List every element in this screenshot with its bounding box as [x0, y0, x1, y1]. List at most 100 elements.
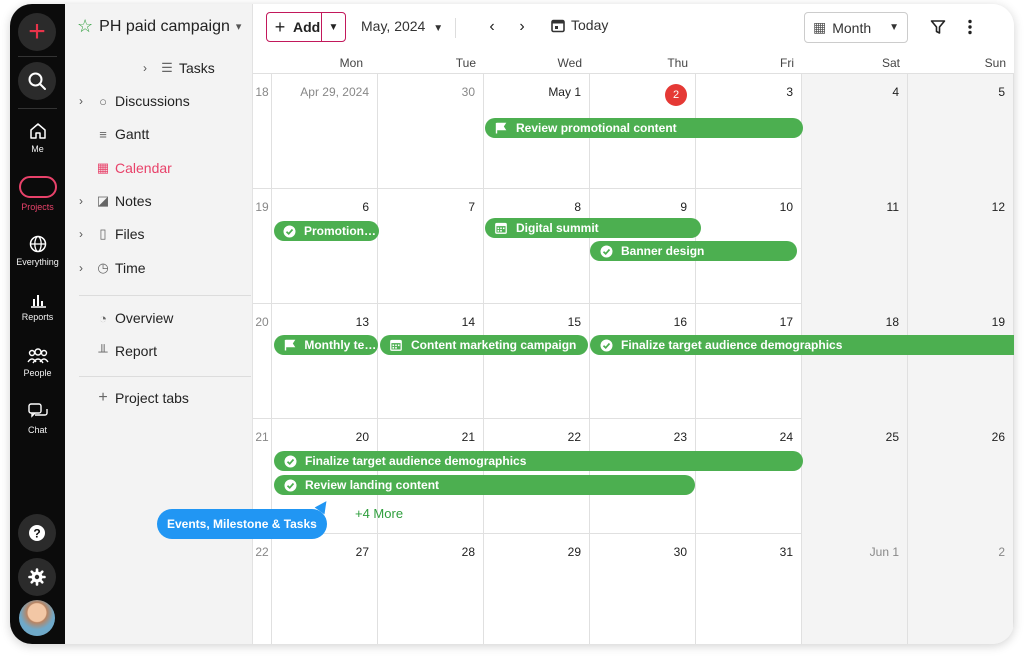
day-number: 27	[355, 545, 369, 559]
next-period-button[interactable]: ›	[511, 16, 533, 38]
event-title: Content marketing campaign	[411, 338, 577, 352]
week-number: 19	[253, 189, 272, 304]
today-button[interactable]: Today	[551, 17, 608, 33]
calendar-day-cell[interactable]: 19	[908, 304, 1014, 419]
sidebar-item-discussions[interactable]: › ○ Discussions	[79, 93, 190, 109]
calendar-day-cell[interactable]: 31	[696, 534, 802, 644]
sidebar-item-label: Project tabs	[115, 390, 189, 406]
calendar-day-cell[interactable]: 28	[378, 534, 484, 644]
calendar-event[interactable]: Review landing content	[274, 475, 695, 495]
day-number: 3	[786, 85, 793, 99]
period-selector[interactable]: May, 2024 ▼	[361, 18, 443, 34]
view-selector[interactable]: ▦ Month ▼	[804, 12, 908, 43]
calendar-day-cell[interactable]: 16	[590, 304, 696, 419]
calendar-event[interactable]: Digital summit	[485, 218, 701, 238]
chevron-down-icon: ▼	[433, 23, 444, 34]
day-number: 2	[998, 545, 1005, 559]
sidebar-item-notes[interactable]: › ◪ Notes	[79, 193, 152, 209]
more-options-button[interactable]	[959, 16, 981, 38]
sidebar-item-files[interactable]: › ▯ Files	[79, 226, 145, 242]
chevron-right-icon: ›	[79, 261, 83, 275]
day-number: 14	[461, 315, 475, 329]
calendar-event[interactable]: Promotion c...	[274, 221, 379, 241]
sidebar-item-overview[interactable]: ◔ Overview	[79, 310, 173, 326]
task-list-icon: ☰	[161, 60, 173, 75]
rail-item-people[interactable]: People	[10, 348, 65, 378]
calendar-event[interactable]: Review promotional content	[485, 118, 803, 138]
calendar-day-cell[interactable]: 17	[696, 304, 802, 419]
calendar-day-cell[interactable]: 4	[802, 74, 908, 189]
calendar-day-cell[interactable]: 18	[802, 304, 908, 419]
sidebar-item-time[interactable]: › ◷ Time	[79, 260, 146, 276]
prev-period-button[interactable]: ‹	[481, 16, 503, 38]
calendar-day-cell[interactable]: 2	[908, 534, 1014, 644]
calendar-day-cell[interactable]: 13	[272, 304, 378, 419]
main-rail: + Me Projects Everything Reports People	[10, 4, 65, 644]
calendar-event[interactable]: Banner design	[590, 241, 797, 261]
calendar-day-cell[interactable]: 7	[378, 189, 484, 304]
rail-item-label: Chat	[27, 425, 47, 435]
calendar-day-cell[interactable]: Jun 1	[802, 534, 908, 644]
check-circle-icon	[598, 245, 614, 258]
sidebar-item-label: Gantt	[115, 126, 150, 142]
rail-item-projects[interactable]: Projects	[10, 176, 65, 212]
star-icon[interactable]: ☆	[77, 16, 93, 37]
chevron-down-icon[interactable]: ▼	[321, 13, 345, 41]
calendar-week-row: 20 13 14 15 16 17 18 19	[253, 304, 1014, 419]
today-label: Today	[571, 17, 609, 33]
calendar-day-cell[interactable]: 24	[696, 419, 802, 534]
calendar-day-cell[interactable]: 30	[590, 534, 696, 644]
sidebar-item-gantt[interactable]: ≡ Gantt	[79, 126, 149, 142]
rail-item-label: Projects	[21, 202, 54, 212]
calendar-day-cell[interactable]: 11	[802, 189, 908, 304]
event-title: Finalize target audience demographics	[621, 338, 843, 352]
avatar[interactable]	[19, 600, 55, 636]
day-number: 23	[673, 430, 687, 444]
day-number: 25	[885, 430, 899, 444]
search-icon	[28, 72, 46, 90]
calendar-day-cell[interactable]: 25	[802, 419, 908, 534]
settings-button[interactable]	[18, 558, 56, 596]
days-of-week-header: Mon Tue Wed Thu Fri Sat Sun	[253, 50, 1014, 74]
calendar-day-cell[interactable]: 26	[908, 419, 1014, 534]
event-title: Monthly tea...	[304, 338, 378, 352]
add-button[interactable]: + Add ▼	[266, 12, 346, 42]
day-number: 19	[991, 315, 1005, 329]
sidebar-item-tasks[interactable]: › ☰ Tasks	[143, 60, 215, 76]
calendar-day-cell[interactable]: 8	[484, 189, 590, 304]
calendar-event[interactable]: Monthly tea...	[274, 335, 378, 355]
project-switcher[interactable]: ☆ PH paid campaign ▾	[77, 16, 241, 37]
search-button[interactable]	[18, 62, 56, 100]
chevron-right-icon: ›	[79, 194, 83, 208]
sidebar-item-report[interactable]: ╨ Report	[79, 343, 157, 359]
calendar-day-cell[interactable]: 6	[272, 189, 378, 304]
rail-item-chat[interactable]: Chat	[10, 403, 65, 435]
more-events-link[interactable]: +4 More	[355, 506, 403, 521]
sidebar-item-project-tabs[interactable]: + Project tabs	[79, 389, 189, 407]
calendar-day-cell[interactable]: 29	[484, 534, 590, 644]
help-button[interactable]: ?	[18, 514, 56, 552]
dow-label: Sun	[984, 56, 1006, 70]
rail-item-everything[interactable]: Everything	[10, 235, 65, 267]
calendar-day-cell[interactable]: 14	[378, 304, 484, 419]
plus-icon[interactable]: +	[18, 13, 56, 51]
calendar-day-cell[interactable]: 30	[378, 74, 484, 189]
file-icon: ▯	[99, 226, 107, 241]
day-number: 4	[892, 85, 899, 99]
calendar-day-cell[interactable]: 12	[908, 189, 1014, 304]
calendar-day-cell[interactable]: 5	[908, 74, 1014, 189]
calendar-day-cell[interactable]: 15	[484, 304, 590, 419]
rail-divider	[18, 108, 57, 109]
sidebar-item-calendar[interactable]: ▦ Calendar	[79, 160, 172, 176]
chevron-right-icon: ›	[143, 61, 147, 75]
filter-button[interactable]	[927, 16, 949, 38]
calendar-event[interactable]: Finalize target audience demographics	[274, 451, 803, 471]
calendar-icon: ▦	[813, 19, 827, 35]
calendar-day-cell[interactable]: 27	[272, 534, 378, 644]
calendar-day-cell[interactable]: Apr 29, 2024	[272, 74, 378, 189]
rail-item-me[interactable]: Me	[10, 122, 65, 154]
calendar-event[interactable]: Content marketing campaign	[380, 335, 588, 355]
calendar-event[interactable]: Finalize target audience demographics	[590, 335, 1014, 355]
rail-item-reports[interactable]: Reports	[10, 292, 65, 322]
event-title: Review landing content	[305, 478, 440, 492]
